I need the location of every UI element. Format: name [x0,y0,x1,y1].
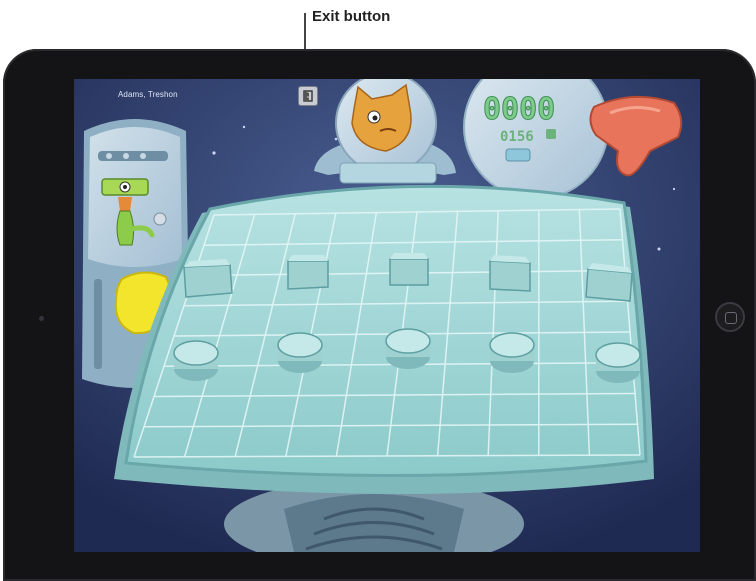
home-button[interactable] [715,302,745,332]
exit-door-icon [303,90,313,102]
square-piece [389,253,429,286]
square-piece [489,255,531,292]
square-piece [183,259,233,298]
square-piece [287,255,329,290]
score-digits: 0000 [483,92,555,127]
sub-counter: 0156 [500,129,534,145]
game-screen: 0000 0156 Adams, Treshon [74,79,700,552]
exit-button-callout-label: Exit button [312,8,391,25]
round-piece [173,340,219,381]
square-piece [585,263,633,302]
round-piece [385,328,431,369]
round-piece [595,342,641,383]
round-piece [277,332,323,373]
game-board [114,184,654,494]
game-scene: 0000 0156 [74,79,700,552]
front-camera [39,316,44,321]
figure: Exit button 0000 0156 Adams, Treshon [0,0,756,581]
round-piece [489,332,535,373]
player-name-label: Adams, Treshon [118,90,178,99]
exit-button[interactable] [298,86,318,106]
